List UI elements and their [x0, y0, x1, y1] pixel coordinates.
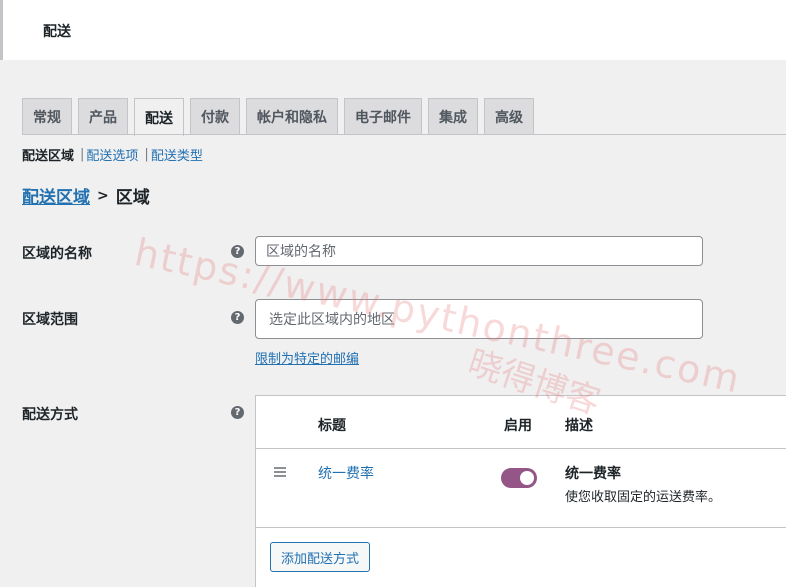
- breadcrumb: 配送区域 > 区域: [22, 183, 150, 209]
- zone-region-help-icon[interactable]: ?: [231, 311, 244, 324]
- tab-shipping[interactable]: 配送: [134, 98, 184, 136]
- subnav-link-shipping-options[interactable]: 配送选项: [86, 145, 138, 164]
- tab-accounts-privacy[interactable]: 帐户和隐私: [246, 98, 338, 135]
- top-header: 配送: [0, 0, 786, 60]
- table-header: 标题 启用 描述: [256, 396, 786, 449]
- table-row: 统一费率 统一费率 使您收取固定的运送费率。: [256, 449, 786, 528]
- method-description-text: 使您收取固定的运送费率。: [565, 490, 722, 505]
- subnav-separator: |: [144, 147, 149, 162]
- subnav-link-shipping-classes[interactable]: 配送类型: [151, 145, 203, 164]
- subnav-current: 配送区域: [22, 149, 75, 164]
- shipping-methods-help-icon[interactable]: ?: [231, 406, 244, 419]
- tab-emails[interactable]: 电子邮件: [344, 98, 422, 135]
- zone-region-label: 区域范围: [22, 312, 78, 328]
- breadcrumb-separator: >: [97, 187, 109, 204]
- breadcrumb-link-zones[interactable]: 配送区域: [22, 183, 90, 208]
- tab-integration[interactable]: 集成: [428, 98, 478, 135]
- tab-divider: [22, 134, 786, 135]
- column-title: 标题: [318, 418, 346, 434]
- settings-tabs: 常规 产品 配送 付款 帐户和隐私 电子邮件 集成 高级: [22, 98, 534, 136]
- add-shipping-method-button[interactable]: 添加配送方式: [270, 542, 371, 572]
- shipping-methods-table: 标题 启用 描述 统一费率 统一费率 使您收取固定的运送费率。 添加配送方式: [255, 395, 786, 587]
- method-name-link[interactable]: 统一费率: [318, 463, 374, 483]
- zone-name-label: 区域的名称: [22, 246, 92, 262]
- column-enabled: 启用: [504, 418, 532, 434]
- tab-advanced[interactable]: 高级: [484, 98, 534, 135]
- zone-name-help-icon[interactable]: ?: [231, 245, 244, 258]
- method-enabled-toggle[interactable]: [501, 468, 537, 488]
- zone-region-input[interactable]: 选定此区域内的地区: [255, 299, 703, 339]
- tab-payments[interactable]: 付款: [190, 98, 240, 135]
- shipping-methods-label: 配送方式: [22, 407, 78, 423]
- drag-handle-icon[interactable]: [274, 467, 286, 479]
- toggle-knob: [520, 471, 534, 485]
- tab-general[interactable]: 常规: [22, 98, 72, 135]
- breadcrumb-current: 区域: [115, 188, 150, 208]
- method-description-title: 统一费率: [565, 466, 621, 482]
- limit-postcodes-link[interactable]: 限制为特定的邮编: [255, 348, 359, 367]
- sub-navigation: 配送区域 | 配送选项 | 配送类型: [22, 145, 203, 164]
- page-title: 配送: [43, 24, 71, 40]
- zone-name-input[interactable]: 区域的名称: [255, 236, 703, 266]
- column-description: 描述: [565, 418, 593, 434]
- tab-products[interactable]: 产品: [78, 98, 128, 135]
- subnav-separator: |: [80, 147, 85, 162]
